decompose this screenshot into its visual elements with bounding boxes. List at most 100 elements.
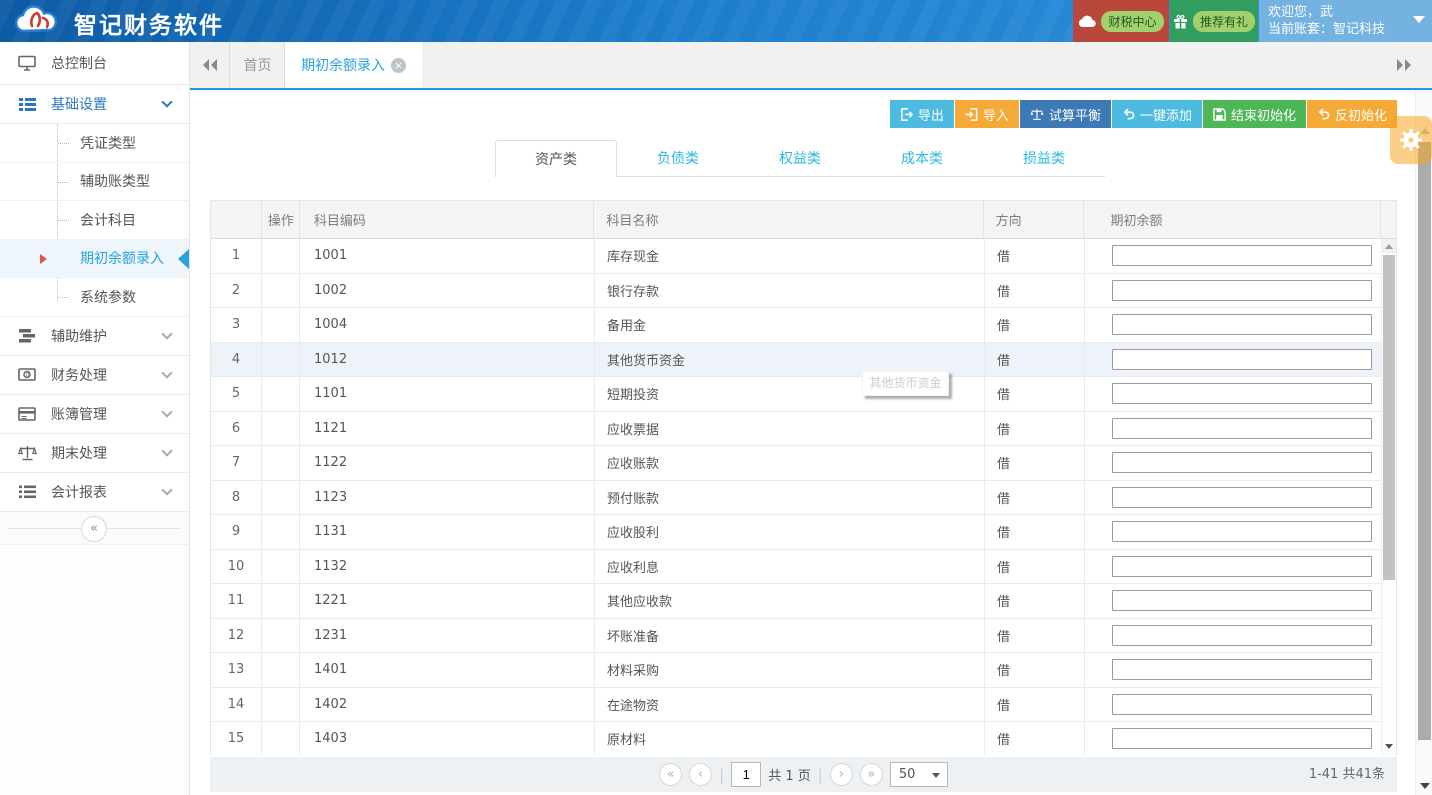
sidebar-group-auxiliary-maintenance[interactable]: 辅助维护 [0,317,189,356]
balance-input[interactable] [1112,625,1372,646]
tabs-scroll-right-button[interactable] [1384,42,1424,88]
table-row[interactable]: 14 1402 在途物资 借 [211,688,1396,723]
sidebar-item-system-parameters[interactable]: 系统参数 [0,278,189,317]
table-row[interactable]: 9 1131 应收股利 借 [211,515,1396,550]
balance-input[interactable] [1112,349,1372,370]
sidebar-group-ledger-management[interactable]: 账簿管理 [0,395,189,434]
tab-home[interactable]: 首页 [231,42,285,88]
page-scrollbar[interactable] [1415,90,1432,795]
sidebar-item-opening-balance[interactable]: 期初余额录入 [0,240,189,279]
account-menu[interactable]: 欢迎您，武 当前账套：智记科技 [1259,0,1432,42]
tab-cost[interactable]: 成本类 [861,140,983,177]
prev-page-button[interactable]: ‹ [689,763,712,786]
balance-input[interactable] [1112,487,1372,508]
table-row[interactable]: 6 1121 应收票据 借 [211,412,1396,447]
next-page-button[interactable]: › [830,763,853,786]
row-number: 2 [211,274,262,308]
tab-opening-balance[interactable]: 期初余额录入 × [285,42,422,88]
sidebar-item-voucher-types[interactable]: 凭证类型 [0,124,189,163]
last-page-button[interactable]: » [860,763,883,786]
balance-input[interactable] [1112,452,1372,473]
operation-cell [262,274,300,308]
settings-gear-button[interactable] [1390,116,1432,164]
balance-input[interactable] [1112,383,1372,404]
scrollbar-thumb[interactable] [1418,142,1431,740]
balance-input[interactable] [1112,590,1372,611]
sidebar-group-accounting-reports[interactable]: 会计报表 [0,473,189,512]
active-item-caret-icon [40,254,47,264]
balance-input[interactable] [1112,280,1372,301]
sidebar-group-financial-processing[interactable]: 0 财务处理 [0,356,189,395]
sidebar-item-accounting-subjects[interactable]: 会计科目 [0,201,189,240]
tab-assets[interactable]: 资产类 [495,140,617,177]
subject-name-cell: 库存现金 [595,239,985,273]
table-scrollbar[interactable] [1381,239,1396,755]
page-number-input[interactable] [731,762,761,787]
tax-center-button[interactable]: 财税中心 [1073,0,1169,42]
balance-input[interactable] [1112,245,1372,266]
sidebar-item-console[interactable]: 总控制台 [0,42,189,85]
balance-input[interactable] [1112,694,1372,715]
save-icon [1213,108,1226,121]
tab-close-icon[interactable]: × [391,58,406,73]
table-row[interactable]: 7 1122 应收账款 借 [211,446,1396,481]
category-tabs: 资产类 负债类 权益类 成本类 损益类 [495,140,1105,177]
balance-input[interactable] [1112,659,1372,680]
balance-input[interactable] [1112,728,1372,749]
operation-cell [262,515,300,549]
undo-initialization-button[interactable]: 反初始化 [1307,100,1397,128]
scroll-up-icon[interactable] [1382,239,1396,253]
table-row[interactable]: 10 1132 应收利息 借 [211,550,1396,585]
table-row[interactable]: 8 1123 预付账款 借 [211,481,1396,516]
balance-input[interactable] [1112,314,1372,335]
table-row[interactable]: 5 1101 短期投资 借 [211,377,1396,412]
table-row[interactable]: 2 1002 银行存款 借 [211,274,1396,309]
scroll-down-icon[interactable] [1420,783,1430,789]
sidebar-group-financial-processing-label: 财务处理 [51,365,107,385]
first-page-button[interactable]: « [659,763,682,786]
main-content: 导出 导入 试算平衡 一键添加 结束初始化 反初始化 [190,90,1415,795]
sidebar-group-period-end-processing[interactable]: 期末处理 [0,434,189,473]
one-click-add-button[interactable]: 一键添加 [1112,100,1202,128]
tab-liabilities[interactable]: 负债类 [617,140,739,177]
export-button[interactable]: 导出 [890,100,954,128]
balance-scale-icon [1030,108,1044,121]
row-number: 13 [211,653,262,687]
balance-input[interactable] [1112,556,1372,577]
table-row[interactable]: 15 1403 原材料 借 [211,722,1396,755]
table-row[interactable]: 13 1401 材料采购 借 [211,653,1396,688]
table-row[interactable]: 3 1004 备用金 借 [211,308,1396,343]
scrollbar-thumb[interactable] [1383,255,1395,580]
scroll-down-icon[interactable] [1385,744,1393,749]
header-subject-code: 科目编码 [300,201,595,238]
balance-cell [1085,239,1383,273]
import-button[interactable]: 导入 [955,100,1019,128]
operation-cell [262,653,300,687]
stacked-bars-icon [17,329,37,343]
tab-profit-loss[interactable]: 损益类 [983,140,1105,177]
table-row[interactable]: 11 1221 其他应收款 借 [211,584,1396,619]
finish-initialization-button[interactable]: 结束初始化 [1203,100,1306,128]
pagination-bar: « ‹ | 共 1 页 | › » 50 1-41 共41条 [210,757,1397,792]
subject-name-cell: 其他应收款 [595,584,985,618]
sidebar-collapse-button[interactable]: « [81,516,107,542]
trial-balance-button[interactable]: 试算平衡 [1020,100,1111,128]
referral-button[interactable]: 推荐有礼 [1170,0,1258,42]
balance-input[interactable] [1112,521,1372,542]
balance-input[interactable] [1112,418,1372,439]
direction-cell: 借 [985,481,1085,515]
sidebar-item-auxiliary-account-types[interactable]: 辅助账类型 [0,163,189,202]
subject-code-cell: 1403 [300,722,595,755]
subject-code-cell: 1122 [300,446,595,480]
balance-cell [1085,308,1383,342]
tabs-scroll-left-button[interactable] [190,42,230,88]
table-row[interactable]: 12 1231 坏账准备 借 [211,619,1396,654]
tab-equity[interactable]: 权益类 [739,140,861,177]
active-item-pointer-icon [178,249,189,269]
direction-cell: 借 [985,619,1085,653]
table-row[interactable]: 4 1012 其他货币资金 借 [211,343,1396,378]
sidebar-group-basic-settings[interactable]: 基础设置 [0,85,189,124]
table-row[interactable]: 1 1001 库存现金 借 [211,239,1396,274]
page-size-select[interactable]: 50 [890,762,948,787]
subject-code-cell: 1121 [300,412,595,446]
